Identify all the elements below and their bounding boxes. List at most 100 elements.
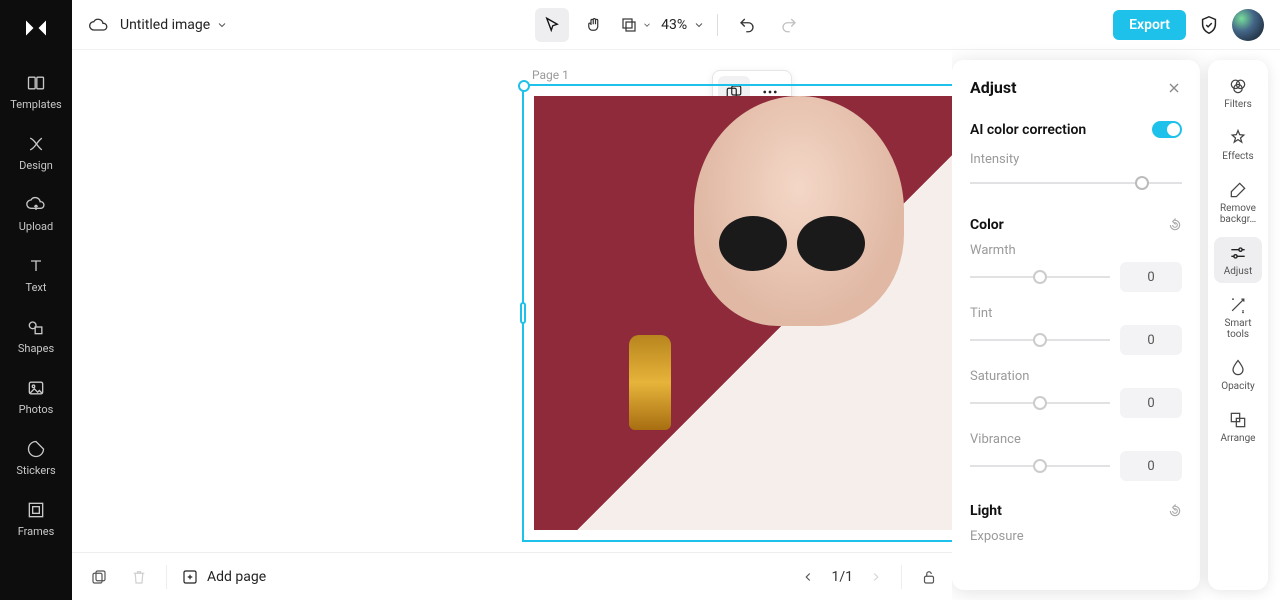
rail-text[interactable]: Text	[0, 243, 72, 304]
image-content	[694, 96, 904, 326]
rr-label: Adjust	[1224, 266, 1253, 277]
divider	[166, 565, 167, 589]
tint-value[interactable]: 0	[1120, 325, 1182, 355]
export-button[interactable]: Export	[1113, 10, 1186, 40]
delete-page-button	[126, 564, 152, 590]
rr-label: Smart tools	[1214, 318, 1262, 340]
photos-icon	[25, 377, 47, 399]
left-rail: Templates Design Upload Text Shapes Phot…	[0, 0, 72, 600]
crop-resize-tool[interactable]	[619, 8, 653, 42]
canvas-stage[interactable]: Page 1	[72, 50, 952, 552]
add-page-label: Add page	[207, 569, 266, 585]
light-section-title: Light	[970, 503, 1002, 519]
adjust-panel: Adjust AI color correction Intensity Col…	[952, 60, 1200, 590]
effects-icon	[1228, 128, 1248, 148]
cloud-status-icon[interactable]	[88, 15, 108, 35]
adjust-icon	[1228, 243, 1248, 263]
intensity-slider[interactable]	[970, 171, 1182, 195]
filters-icon	[1228, 76, 1248, 96]
reset-color-button[interactable]	[1168, 218, 1182, 232]
warmth-value[interactable]: 0	[1120, 262, 1182, 292]
design-icon	[25, 133, 47, 155]
warmth-label: Warmth	[970, 243, 1016, 258]
rail-design[interactable]: Design	[0, 121, 72, 182]
close-panel-button[interactable]	[1166, 80, 1182, 96]
templates-icon	[25, 72, 47, 94]
selected-image[interactable]	[534, 96, 952, 530]
vibrance-slider[interactable]	[970, 454, 1110, 478]
rr-opacity[interactable]: Opacity	[1214, 352, 1262, 398]
duplicate-page-button[interactable]	[86, 564, 112, 590]
tint-slider[interactable]	[970, 328, 1110, 352]
rr-label: Arrange	[1221, 433, 1256, 444]
rail-upload[interactable]: Upload	[0, 182, 72, 243]
resize-handle-tl[interactable]	[518, 80, 530, 92]
ai-correction-toggle[interactable]	[1152, 121, 1182, 138]
rail-label: Text	[26, 281, 47, 294]
rr-remove-bg[interactable]: Remove backgr…	[1214, 174, 1262, 231]
zoom-control[interactable]: 43%	[661, 17, 705, 33]
opacity-icon	[1228, 358, 1248, 378]
shapes-icon	[25, 316, 47, 338]
ai-correction-label: AI color correction	[970, 122, 1086, 138]
chevron-down-icon	[693, 19, 705, 31]
wand-icon	[1228, 295, 1248, 315]
rail-label: Frames	[18, 525, 55, 538]
rr-label: Filters	[1224, 99, 1252, 110]
warmth-slider[interactable]	[970, 265, 1110, 289]
redo-button[interactable]	[772, 8, 806, 42]
chevron-down-icon	[642, 20, 652, 30]
add-page-icon	[181, 568, 199, 586]
rail-label: Templates	[10, 98, 61, 111]
color-section-title: Color	[970, 217, 1004, 233]
tint-label: Tint	[970, 306, 992, 321]
saturation-label: Saturation	[970, 369, 1029, 384]
document-title[interactable]: Untitled image	[120, 17, 228, 33]
image-content	[629, 335, 671, 430]
top-right: Export	[1113, 9, 1264, 41]
rail-label: Photos	[19, 403, 54, 416]
prev-page-button[interactable]	[801, 570, 815, 584]
rr-adjust[interactable]: Adjust	[1214, 237, 1262, 283]
rail-templates[interactable]: Templates	[0, 60, 72, 121]
app-logo[interactable]	[16, 8, 56, 48]
rail-photos[interactable]: Photos	[0, 365, 72, 426]
page-indicator: 1/1	[831, 569, 853, 585]
user-avatar[interactable]	[1232, 9, 1264, 41]
hand-tool[interactable]	[577, 8, 611, 42]
add-page-button[interactable]: Add page	[181, 568, 266, 586]
rail-label: Upload	[19, 220, 53, 233]
intensity-label: Intensity	[970, 152, 1019, 167]
rr-smart-tools[interactable]: Smart tools	[1214, 289, 1262, 346]
rail-label: Stickers	[16, 464, 55, 477]
page-navigation: 1/1	[801, 565, 938, 589]
topbar: Untitled image 43% Export	[72, 0, 1280, 50]
top-center-tools: 43%	[535, 8, 806, 42]
upload-icon	[25, 194, 47, 216]
vibrance-value[interactable]: 0	[1120, 451, 1182, 481]
saturation-value[interactable]: 0	[1120, 388, 1182, 418]
lock-icon[interactable]	[920, 568, 938, 586]
chevron-down-icon	[216, 19, 228, 31]
text-icon	[25, 255, 47, 277]
select-tool[interactable]	[535, 8, 569, 42]
reset-light-button[interactable]	[1168, 504, 1182, 518]
rail-frames[interactable]: Frames	[0, 487, 72, 548]
right-rail: Filters Effects Remove backgr… Adjust Sm…	[1208, 60, 1268, 590]
rail-shapes[interactable]: Shapes	[0, 304, 72, 365]
rail-stickers[interactable]: Stickers	[0, 426, 72, 487]
rr-effects[interactable]: Effects	[1214, 122, 1262, 168]
shield-icon[interactable]	[1198, 14, 1220, 36]
rail-label: Design	[19, 159, 53, 172]
rr-label: Remove backgr…	[1214, 203, 1262, 225]
eraser-icon	[1228, 180, 1248, 200]
image-selection[interactable]	[522, 84, 952, 542]
vibrance-label: Vibrance	[970, 432, 1021, 447]
undo-button[interactable]	[730, 8, 764, 42]
divider	[901, 565, 902, 589]
rr-filters[interactable]: Filters	[1214, 70, 1262, 116]
rr-arrange[interactable]: Arrange	[1214, 404, 1262, 450]
page-label: Page 1	[532, 68, 569, 82]
resize-handle-left[interactable]	[520, 302, 526, 324]
saturation-slider[interactable]	[970, 391, 1110, 415]
